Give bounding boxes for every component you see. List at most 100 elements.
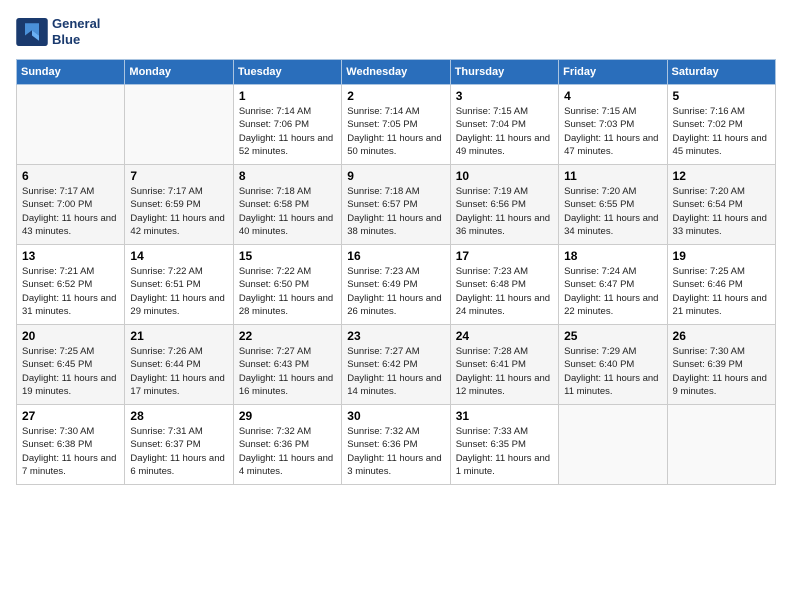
day-info: Sunrise: 7:32 AM Sunset: 6:36 PM Dayligh… [347, 425, 444, 478]
calendar-week-row: 6 Sunrise: 7:17 AM Sunset: 7:00 PM Daylig… [17, 165, 776, 245]
day-number: 12 [673, 169, 770, 183]
day-number: 19 [673, 249, 770, 263]
day-number: 7 [130, 169, 227, 183]
day-number: 3 [456, 89, 553, 103]
day-info: Sunrise: 7:33 AM Sunset: 6:35 PM Dayligh… [456, 425, 553, 478]
day-number: 31 [456, 409, 553, 423]
day-info: Sunrise: 7:15 AM Sunset: 7:03 PM Dayligh… [564, 105, 661, 158]
day-number: 10 [456, 169, 553, 183]
calendar-day-header: Sunday [17, 60, 125, 85]
day-info: Sunrise: 7:19 AM Sunset: 6:56 PM Dayligh… [456, 185, 553, 238]
calendar-cell: 4 Sunrise: 7:15 AM Sunset: 7:03 PM Daylig… [559, 85, 667, 165]
calendar-cell [559, 405, 667, 485]
calendar-day-header: Monday [125, 60, 233, 85]
day-info: Sunrise: 7:18 AM Sunset: 6:57 PM Dayligh… [347, 185, 444, 238]
calendar-week-row: 20 Sunrise: 7:25 AM Sunset: 6:45 PM Dayli… [17, 325, 776, 405]
day-number: 1 [239, 89, 336, 103]
logo-text: General Blue [52, 16, 100, 47]
calendar-table: SundayMondayTuesdayWednesdayThursdayFrid… [16, 59, 776, 485]
calendar-body: 1 Sunrise: 7:14 AM Sunset: 7:06 PM Daylig… [17, 85, 776, 485]
day-number: 21 [130, 329, 227, 343]
day-info: Sunrise: 7:17 AM Sunset: 7:00 PM Dayligh… [22, 185, 119, 238]
calendar-cell: 28 Sunrise: 7:31 AM Sunset: 6:37 PM Dayli… [125, 405, 233, 485]
day-info: Sunrise: 7:30 AM Sunset: 6:39 PM Dayligh… [673, 345, 770, 398]
calendar-cell: 20 Sunrise: 7:25 AM Sunset: 6:45 PM Dayli… [17, 325, 125, 405]
day-info: Sunrise: 7:20 AM Sunset: 6:54 PM Dayligh… [673, 185, 770, 238]
calendar-week-row: 27 Sunrise: 7:30 AM Sunset: 6:38 PM Dayli… [17, 405, 776, 485]
calendar-cell: 19 Sunrise: 7:25 AM Sunset: 6:46 PM Dayli… [667, 245, 775, 325]
day-info: Sunrise: 7:14 AM Sunset: 7:05 PM Dayligh… [347, 105, 444, 158]
day-info: Sunrise: 7:17 AM Sunset: 6:59 PM Dayligh… [130, 185, 227, 238]
day-info: Sunrise: 7:18 AM Sunset: 6:58 PM Dayligh… [239, 185, 336, 238]
logo: General Blue [16, 16, 100, 47]
calendar-cell: 6 Sunrise: 7:17 AM Sunset: 7:00 PM Daylig… [17, 165, 125, 245]
calendar-cell: 8 Sunrise: 7:18 AM Sunset: 6:58 PM Daylig… [233, 165, 341, 245]
day-number: 30 [347, 409, 444, 423]
page-header: General Blue [16, 16, 776, 47]
calendar-day-header: Wednesday [342, 60, 450, 85]
day-info: Sunrise: 7:15 AM Sunset: 7:04 PM Dayligh… [456, 105, 553, 158]
calendar-cell: 5Sunrise: 7:16 AM Sunset: 7:02 PM Daylig… [667, 85, 775, 165]
calendar-cell: 10 Sunrise: 7:19 AM Sunset: 6:56 PM Dayli… [450, 165, 558, 245]
calendar-cell: 29Sunrise: 7:32 AM Sunset: 6:36 PM Dayli… [233, 405, 341, 485]
day-info: Sunrise: 7:24 AM Sunset: 6:47 PM Dayligh… [564, 265, 661, 318]
calendar-header-row: SundayMondayTuesdayWednesdayThursdayFrid… [17, 60, 776, 85]
day-number: 6 [22, 169, 119, 183]
calendar-cell: 14 Sunrise: 7:22 AM Sunset: 6:51 PM Dayli… [125, 245, 233, 325]
calendar-cell: 31 Sunrise: 7:33 AM Sunset: 6:35 PM Dayli… [450, 405, 558, 485]
calendar-cell: 7 Sunrise: 7:17 AM Sunset: 6:59 PM Daylig… [125, 165, 233, 245]
day-number: 20 [22, 329, 119, 343]
day-number: 4 [564, 89, 661, 103]
calendar-day-header: Tuesday [233, 60, 341, 85]
calendar-day-header: Friday [559, 60, 667, 85]
day-info: Sunrise: 7:29 AM Sunset: 6:40 PM Dayligh… [564, 345, 661, 398]
day-number: 11 [564, 169, 661, 183]
day-number: 29 [239, 409, 336, 423]
day-info: Sunrise: 7:22 AM Sunset: 6:50 PM Dayligh… [239, 265, 336, 318]
day-info: Sunrise: 7:23 AM Sunset: 6:49 PM Dayligh… [347, 265, 444, 318]
calendar-cell: 21 Sunrise: 7:26 AM Sunset: 6:44 PM Dayli… [125, 325, 233, 405]
day-number: 27 [22, 409, 119, 423]
day-number: 5 [673, 89, 770, 103]
calendar-day-header: Saturday [667, 60, 775, 85]
calendar-cell: 18 Sunrise: 7:24 AM Sunset: 6:47 PM Dayli… [559, 245, 667, 325]
day-number: 8 [239, 169, 336, 183]
calendar-cell: 9Sunrise: 7:18 AM Sunset: 6:57 PM Daylig… [342, 165, 450, 245]
day-info: Sunrise: 7:14 AM Sunset: 7:06 PM Dayligh… [239, 105, 336, 158]
day-info: Sunrise: 7:30 AM Sunset: 6:38 PM Dayligh… [22, 425, 119, 478]
day-info: Sunrise: 7:22 AM Sunset: 6:51 PM Dayligh… [130, 265, 227, 318]
day-number: 24 [456, 329, 553, 343]
calendar-cell: 26 Sunrise: 7:30 AM Sunset: 6:39 PM Dayli… [667, 325, 775, 405]
calendar-cell: 23Sunrise: 7:27 AM Sunset: 6:42 PM Dayli… [342, 325, 450, 405]
calendar-cell: 12 Sunrise: 7:20 AM Sunset: 6:54 PM Dayli… [667, 165, 775, 245]
day-info: Sunrise: 7:28 AM Sunset: 6:41 PM Dayligh… [456, 345, 553, 398]
day-info: Sunrise: 7:20 AM Sunset: 6:55 PM Dayligh… [564, 185, 661, 238]
day-info: Sunrise: 7:23 AM Sunset: 6:48 PM Dayligh… [456, 265, 553, 318]
day-number: 17 [456, 249, 553, 263]
day-number: 26 [673, 329, 770, 343]
day-info: Sunrise: 7:25 AM Sunset: 6:45 PM Dayligh… [22, 345, 119, 398]
day-info: Sunrise: 7:26 AM Sunset: 6:44 PM Dayligh… [130, 345, 227, 398]
day-number: 23 [347, 329, 444, 343]
calendar-cell: 30 Sunrise: 7:32 AM Sunset: 6:36 PM Dayli… [342, 405, 450, 485]
calendar-day-header: Thursday [450, 60, 558, 85]
calendar-week-row: 1 Sunrise: 7:14 AM Sunset: 7:06 PM Daylig… [17, 85, 776, 165]
day-number: 14 [130, 249, 227, 263]
day-number: 18 [564, 249, 661, 263]
calendar-cell: 17 Sunrise: 7:23 AM Sunset: 6:48 PM Dayli… [450, 245, 558, 325]
day-number: 16 [347, 249, 444, 263]
calendar-cell [667, 405, 775, 485]
calendar-cell: 22Sunrise: 7:27 AM Sunset: 6:43 PM Dayli… [233, 325, 341, 405]
calendar-cell: 27 Sunrise: 7:30 AM Sunset: 6:38 PM Dayli… [17, 405, 125, 485]
day-info: Sunrise: 7:21 AM Sunset: 6:52 PM Dayligh… [22, 265, 119, 318]
day-number: 28 [130, 409, 227, 423]
calendar-cell: 16 Sunrise: 7:23 AM Sunset: 6:49 PM Dayli… [342, 245, 450, 325]
calendar-cell: 11 Sunrise: 7:20 AM Sunset: 6:55 PM Dayli… [559, 165, 667, 245]
day-info: Sunrise: 7:31 AM Sunset: 6:37 PM Dayligh… [130, 425, 227, 478]
calendar-cell: 13Sunrise: 7:21 AM Sunset: 6:52 PM Dayli… [17, 245, 125, 325]
calendar-cell: 24 Sunrise: 7:28 AM Sunset: 6:41 PM Dayli… [450, 325, 558, 405]
calendar-cell [17, 85, 125, 165]
calendar-cell: 3 Sunrise: 7:15 AM Sunset: 7:04 PM Daylig… [450, 85, 558, 165]
calendar-cell: 1 Sunrise: 7:14 AM Sunset: 7:06 PM Daylig… [233, 85, 341, 165]
day-info: Sunrise: 7:25 AM Sunset: 6:46 PM Dayligh… [673, 265, 770, 318]
